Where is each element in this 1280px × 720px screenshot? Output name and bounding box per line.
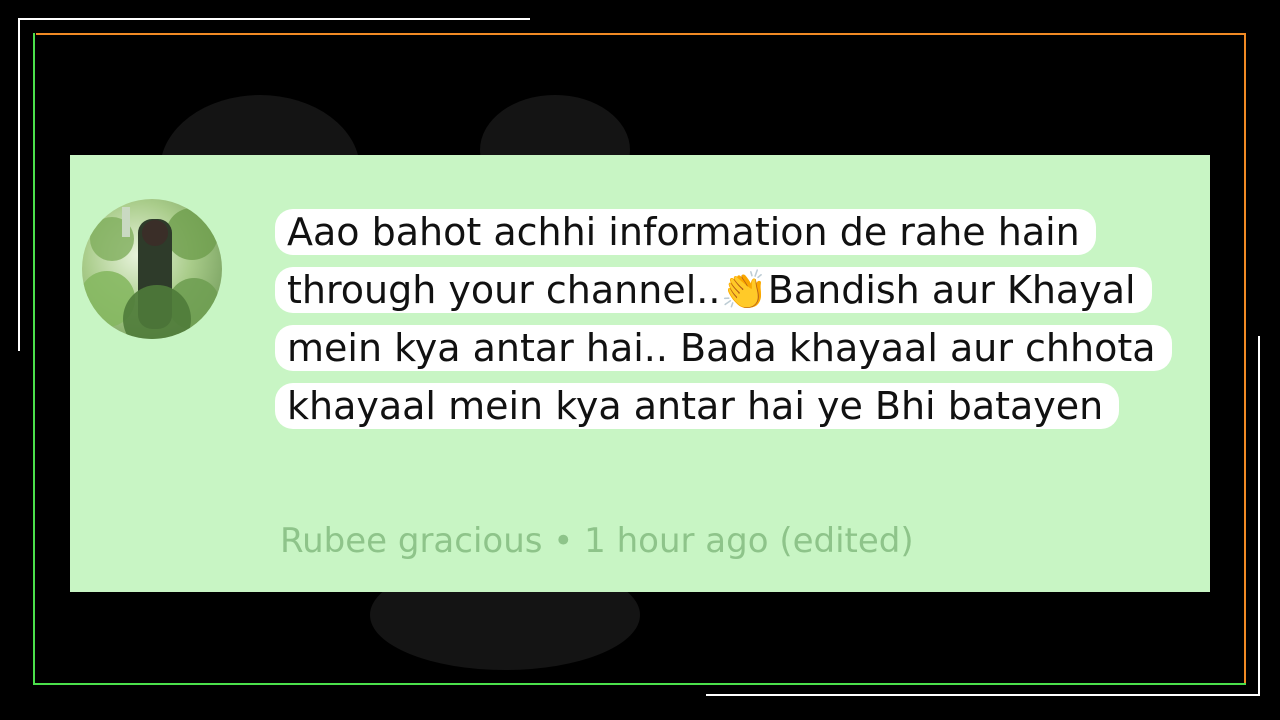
meta-separator: •	[553, 521, 574, 561]
frame-green-bottom	[33, 683, 1246, 685]
comment-timestamp[interactable]: 1 hour ago	[584, 521, 768, 561]
frame-orange-right	[1244, 33, 1246, 685]
frame-white-left	[18, 18, 20, 351]
user-avatar[interactable]	[82, 199, 222, 339]
avatar-photo-icon	[82, 207, 220, 339]
edited-label: (edited)	[779, 521, 914, 561]
frame-white-right	[1258, 336, 1260, 696]
author-name[interactable]: Rubee gracious	[280, 521, 542, 561]
frame-orange-top	[36, 33, 1246, 35]
comment-highlight: Aao bahot achhi information de rahe hain…	[275, 209, 1172, 429]
comment-meta: Rubee gracious • 1 hour ago (edited)	[280, 521, 914, 561]
frame-white-top	[18, 18, 530, 20]
comment-card: Aao bahot achhi information de rahe hain…	[70, 155, 1210, 592]
comment-text: Aao bahot achhi information de rahe hain…	[275, 203, 1205, 435]
frame-white-bottom	[706, 694, 1260, 696]
frame-green-left	[33, 33, 35, 685]
clapping-hands-icon: 👏	[720, 268, 768, 312]
